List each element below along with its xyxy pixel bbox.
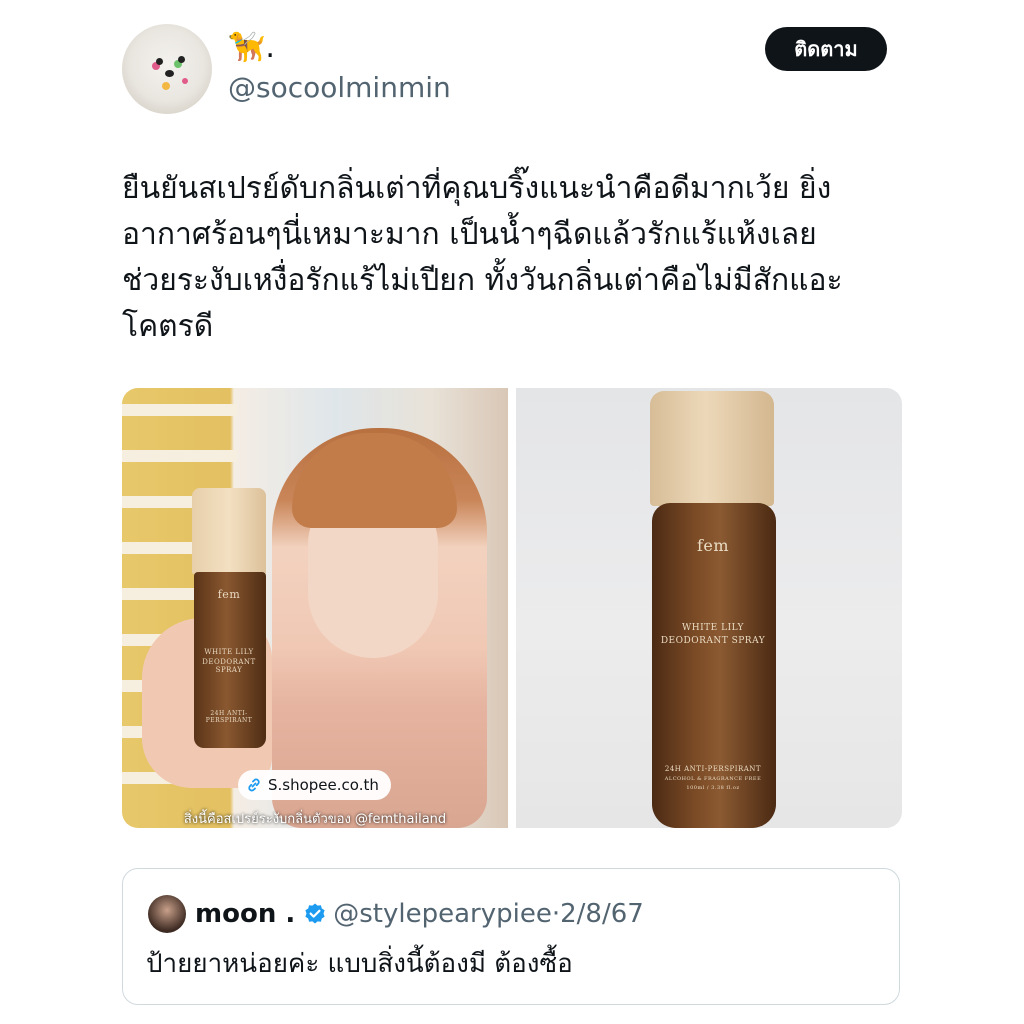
product-bottle-right: fem WHITE LILY DEODORANT SPRAY 24H ANTI-… xyxy=(650,391,780,828)
bottle-label-line: DEODORANT SPRAY xyxy=(660,636,766,646)
bottle-label-line: WHITE LILY xyxy=(682,623,744,633)
tweet-line: อากาศร้อนๆนี่เหมาะมาก เป็นน้ำๆฉีดแล้วรัก… xyxy=(122,217,817,252)
quoted-tweet[interactable]: moon . @stylepearypiee · 2/8/67 ป้ายยาหน… xyxy=(122,868,900,1005)
follow-button[interactable]: ติดตาม xyxy=(765,27,887,71)
author-avatar[interactable] xyxy=(122,24,212,114)
tweet-line: ยืนยันสเปรย์ดับกลิ่นเต่าที่คุณบริ๊งแนะนำ… xyxy=(122,171,832,206)
bottle-label-line: 24H ANTI-PERSPIRANT xyxy=(205,710,253,724)
quote-display-name[interactable]: moon . xyxy=(195,895,295,933)
product-bottle-left: fem WHITE LILY DEODORANT SPRAY 24H ANTI-… xyxy=(192,488,268,748)
bottle-label-line: 100ml / 3.38 fl.oz xyxy=(686,785,740,791)
media-photo-left[interactable]: fem WHITE LILY DEODORANT SPRAY 24H ANTI-… xyxy=(122,388,508,828)
verified-badge-icon xyxy=(305,903,325,924)
tweet-text: ยืนยันสเปรย์ดับกลิ่นเต่าที่คุณบริ๊งแนะนำ… xyxy=(122,166,912,350)
quote-text: ป้ายยาหน่อยค่ะ แบบสิ่งนี้ต้องมี ต้องซื้อ xyxy=(146,949,573,979)
author-handle[interactable]: @socoolminmin xyxy=(228,68,451,108)
link-icon xyxy=(248,778,260,792)
video-caption: สิ่งนี้คือสเปรย์ระงับกลิ่นตัวของ @femtha… xyxy=(183,812,447,827)
bottle-brand: fem xyxy=(217,588,241,601)
bottle-brand: fem xyxy=(696,536,730,555)
quote-handle[interactable]: @stylepearypiee xyxy=(333,895,552,933)
bottle-label-line: ALCOHOL & FRAGRANCE FREE xyxy=(664,776,762,782)
bottle-label-line: DEODORANT SPRAY xyxy=(202,658,256,674)
media-photo-right[interactable]: fem WHITE LILY DEODORANT SPRAY 24H ANTI-… xyxy=(516,388,902,828)
author-display-name[interactable]: 🦮. xyxy=(228,28,275,68)
quote-separator: · xyxy=(551,899,561,929)
shopee-link-chip[interactable]: S.shopee.co.th xyxy=(238,770,391,800)
tweet-line: ช่วยระงับเหงื่อรักแร้ไม่เปียก ทั้งวันกลิ… xyxy=(122,263,843,298)
tweet-line: โคตรดี xyxy=(122,309,214,344)
quote-avatar[interactable] xyxy=(148,895,186,933)
bottle-label-line: 24H ANTI-PERSPIRANT xyxy=(664,765,762,773)
link-chip-label: S.shopee.co.th xyxy=(268,776,379,794)
quote-date[interactable]: 2/8/67 xyxy=(560,895,644,933)
quote-header: moon . @stylepearypiee · 2/8/67 xyxy=(195,895,644,933)
bottle-label-line: WHITE LILY xyxy=(204,648,254,656)
media-grid: fem WHITE LILY DEODORANT SPRAY 24H ANTI-… xyxy=(122,388,902,828)
